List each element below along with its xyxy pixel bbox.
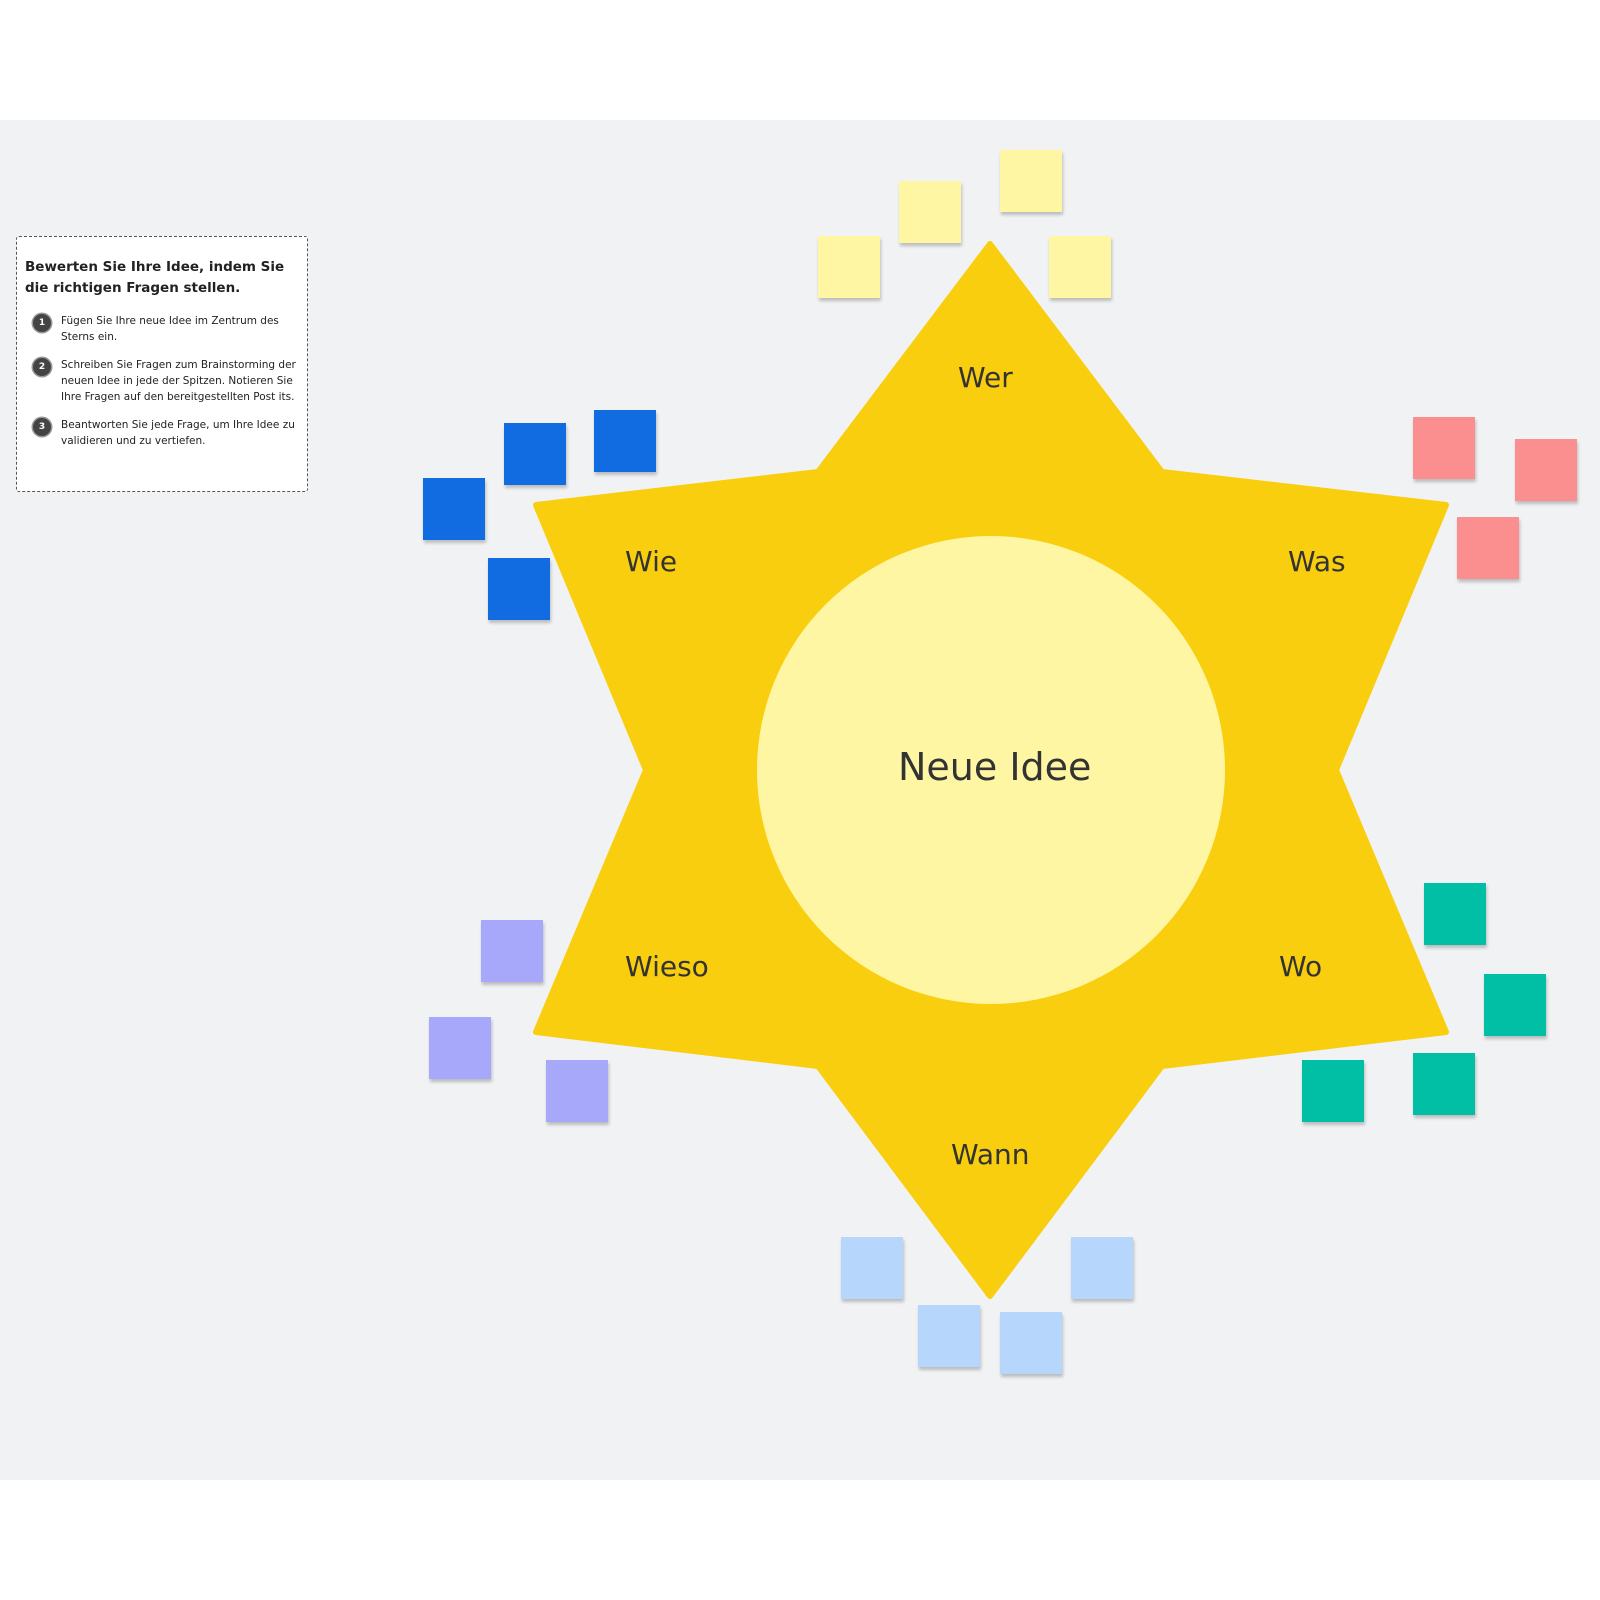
- sticky-note-wann[interactable]: [918, 1305, 980, 1367]
- star-point-wie[interactable]: Wie: [625, 545, 677, 578]
- sticky-note-wann[interactable]: [1071, 1237, 1133, 1299]
- sticky-note-wer[interactable]: [1000, 150, 1062, 212]
- sticky-note-was[interactable]: [1515, 439, 1577, 501]
- star-point-wann[interactable]: Wann: [951, 1138, 1030, 1171]
- sticky-note-wann[interactable]: [841, 1237, 903, 1299]
- star-point-wo[interactable]: Wo: [1279, 950, 1322, 983]
- sticky-note-wo[interactable]: [1424, 883, 1486, 945]
- star-point-was[interactable]: Was: [1288, 545, 1346, 578]
- sticky-note-wieso[interactable]: [429, 1017, 491, 1079]
- sticky-note-was[interactable]: [1413, 417, 1475, 479]
- center-idea-label[interactable]: Neue Idee: [898, 745, 1091, 789]
- sticky-note-wer[interactable]: [899, 181, 961, 243]
- sticky-note-wo[interactable]: [1302, 1060, 1364, 1122]
- star-point-wieso[interactable]: Wieso: [625, 950, 709, 983]
- sticky-note-wer[interactable]: [818, 236, 880, 298]
- star-point-wer[interactable]: Wer: [958, 361, 1013, 394]
- star-diagram: [533, 241, 1449, 1299]
- sticky-note-wie[interactable]: [488, 558, 550, 620]
- sticky-note-was[interactable]: [1457, 517, 1519, 579]
- sticky-note-wie[interactable]: [423, 478, 485, 540]
- sticky-note-wie[interactable]: [504, 423, 566, 485]
- sticky-note-wie[interactable]: [594, 410, 656, 472]
- sticky-note-wieso[interactable]: [481, 920, 543, 982]
- sticky-note-wieso[interactable]: [546, 1060, 608, 1122]
- sticky-note-wer[interactable]: [1049, 236, 1111, 298]
- sticky-note-wann[interactable]: [1000, 1312, 1062, 1374]
- sticky-note-wo[interactable]: [1413, 1053, 1475, 1115]
- sticky-note-wo[interactable]: [1484, 974, 1546, 1036]
